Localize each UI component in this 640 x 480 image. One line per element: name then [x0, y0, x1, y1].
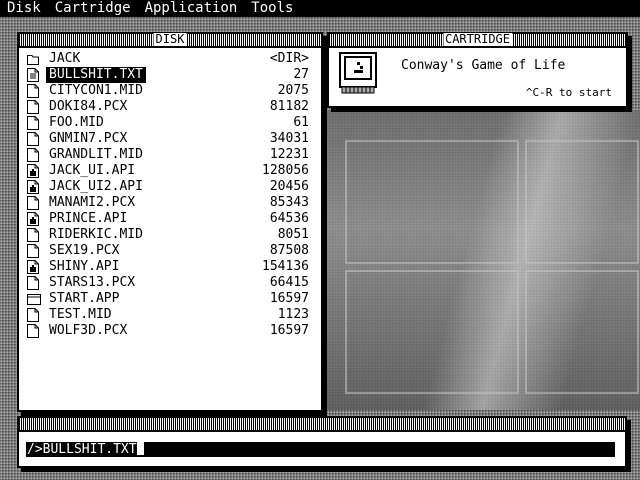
- wallpaper-pane: [525, 140, 639, 264]
- file-row[interactable]: GRANDLIT.MID 12231: [25, 147, 317, 163]
- menu-cartridge[interactable]: Cartridge: [48, 0, 138, 17]
- file-row[interactable]: PRINCE.API 64536: [25, 211, 317, 227]
- wallpaper-pane: [345, 270, 519, 394]
- command-input[interactable]: />BULLSHIT.TXT: [26, 442, 615, 457]
- api-file-icon: [27, 164, 39, 178]
- file-size: 16597: [269, 323, 309, 338]
- file-row[interactable]: JACK_UI.API 128056: [25, 163, 317, 179]
- api-file-icon: [27, 260, 39, 274]
- api-file-icon: [27, 180, 39, 194]
- file-row[interactable]: GNMIN7.PCX 34031: [25, 131, 317, 147]
- file-name: SHINY.API: [49, 259, 120, 274]
- file-icon: [27, 196, 39, 210]
- file-row[interactable]: MANAMI2.PCX 85343: [25, 195, 317, 211]
- file-name: STARS13.PCX: [49, 275, 136, 290]
- menu-application[interactable]: Application: [138, 0, 245, 17]
- file-row[interactable]: FOO.MID 61: [25, 115, 317, 131]
- file-size: 154136: [262, 259, 309, 274]
- text-file-icon: [27, 68, 39, 82]
- file-row[interactable]: BULLSHIT.TXT 27: [25, 67, 317, 83]
- app-icon: [27, 292, 41, 306]
- file-size: 66415: [269, 275, 309, 290]
- file-row[interactable]: SEX19.PCX 87508: [25, 243, 317, 259]
- file-size: 81182: [269, 99, 309, 114]
- wallpaper-pane: [345, 140, 519, 264]
- file-icon: [27, 100, 39, 114]
- file-icon: [27, 244, 39, 258]
- menu-tools[interactable]: Tools: [244, 0, 300, 17]
- command-window[interactable]: />BULLSHIT.TXT: [17, 416, 627, 468]
- command-input-text: />BULLSHIT.TXT: [27, 442, 137, 457]
- cartridge-start-hint: ^C-R to start: [525, 86, 612, 99]
- desktop-wallpaper: [325, 110, 640, 410]
- file-icon: [27, 276, 39, 290]
- file-size: 87508: [269, 243, 309, 258]
- file-size: 34031: [269, 131, 309, 146]
- command-titlebar[interactable]: [19, 418, 625, 432]
- file-name: GRANDLIT.MID: [49, 147, 143, 162]
- file-icon: [27, 324, 39, 338]
- file-name: GNMIN7.PCX: [49, 131, 128, 146]
- file-name: JACK_UI.API: [49, 163, 136, 178]
- file-list[interactable]: JACK <DIR> BULLSHIT.TXT 27 CITYCON1.MID 2075 D…: [19, 48, 321, 339]
- file-size: 8051: [277, 227, 309, 242]
- file-name: RIDERKIC.MID: [49, 227, 143, 242]
- file-size: 64536: [269, 211, 309, 226]
- file-name: DOKI84.PCX: [49, 99, 128, 114]
- disk-window[interactable]: DISK JACK <DIR> BULLSHIT.TXT 27 CITYCON1.MID…: [17, 32, 323, 412]
- file-size: 1123: [277, 307, 309, 322]
- file-icon: [27, 228, 39, 242]
- file-row[interactable]: RIDERKIC.MID 8051: [25, 227, 317, 243]
- file-size: 2075: [277, 83, 309, 98]
- file-size: 12231: [269, 147, 309, 162]
- file-icon: [27, 132, 39, 146]
- file-size: <DIR>: [269, 51, 309, 66]
- file-name: START.APP: [49, 291, 120, 306]
- file-size: 20456: [269, 179, 309, 194]
- file-row[interactable]: STARS13.PCX 66415: [25, 275, 317, 291]
- file-name: CITYCON1.MID: [49, 83, 143, 98]
- file-size: 27: [293, 67, 309, 82]
- file-row[interactable]: CITYCON1.MID 2075: [25, 83, 317, 99]
- disk-title: DISK: [153, 32, 187, 46]
- file-name: TEST.MID: [49, 307, 112, 322]
- file-icon: [27, 116, 39, 130]
- cartridge-icon[interactable]: [339, 52, 379, 96]
- wallpaper-pane: [525, 270, 639, 394]
- file-size: 85343: [269, 195, 309, 210]
- text-cursor: [136, 442, 144, 455]
- file-size: 16597: [269, 291, 309, 306]
- file-name: JACK_UI2.API: [49, 179, 143, 194]
- file-name: WOLF3D.PCX: [49, 323, 128, 338]
- file-name: SEX19.PCX: [49, 243, 120, 258]
- file-size: 61: [293, 115, 309, 130]
- file-row[interactable]: DOKI84.PCX 81182: [25, 99, 317, 115]
- file-row[interactable]: WOLF3D.PCX 16597: [25, 323, 317, 339]
- file-row[interactable]: JACK_UI2.API 20456: [25, 179, 317, 195]
- cartridge-window[interactable]: CARTRIDGE Conway's Game of Life ^C-R to …: [327, 32, 628, 108]
- file-name: FOO.MID: [49, 115, 104, 130]
- file-row[interactable]: TEST.MID 1123: [25, 307, 317, 323]
- file-size: 128056: [262, 163, 309, 178]
- file-row[interactable]: JACK <DIR>: [25, 51, 317, 67]
- menu-bar: Disk Cartridge Application Tools: [0, 0, 640, 17]
- cartridge-titlebar[interactable]: CARTRIDGE: [329, 32, 626, 48]
- cartridge-title: CARTRIDGE: [442, 32, 513, 46]
- api-file-icon: [27, 212, 39, 226]
- file-name: MANAMI2.PCX: [49, 195, 136, 210]
- menu-disk[interactable]: Disk: [0, 0, 48, 17]
- file-icon: [27, 148, 39, 162]
- cartridge-name: Conway's Game of Life: [401, 58, 566, 73]
- file-name: JACK: [49, 51, 81, 66]
- disk-titlebar[interactable]: DISK: [19, 32, 321, 48]
- folder-icon: [27, 52, 39, 66]
- file-icon: [27, 308, 39, 322]
- file-icon: [27, 84, 39, 98]
- file-row[interactable]: SHINY.API 154136: [25, 259, 317, 275]
- file-name: PRINCE.API: [49, 211, 128, 226]
- file-name: BULLSHIT.TXT: [46, 67, 146, 83]
- file-row[interactable]: START.APP 16597: [25, 291, 317, 307]
